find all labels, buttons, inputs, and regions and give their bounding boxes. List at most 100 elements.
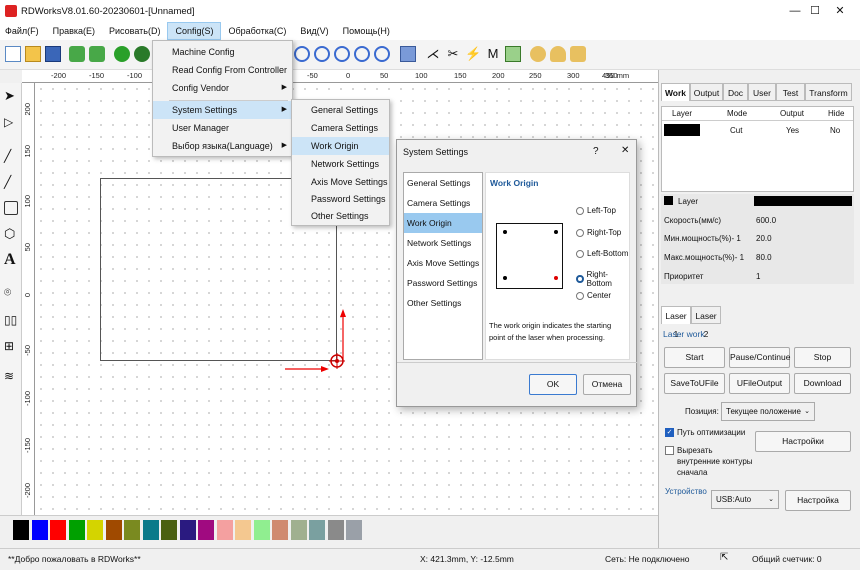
cut-inner-checkbox[interactable] [665, 446, 674, 455]
align-icon[interactable]: ▯▯ [4, 313, 18, 327]
start-button[interactable]: Start [664, 347, 725, 368]
line-icon[interactable]: ╱ [4, 149, 18, 163]
nav-axis-move[interactable]: Axis Move Settings [404, 253, 482, 273]
import-icon[interactable] [69, 46, 85, 62]
preview-icon[interactable] [550, 46, 566, 62]
submenu-work-origin[interactable]: Work Origin [292, 137, 389, 155]
smooth-curve-icon[interactable]: ⚡ [465, 46, 481, 62]
color-swatch[interactable] [179, 520, 196, 540]
nav-password[interactable]: Password Settings [404, 273, 482, 293]
color-swatch[interactable] [198, 520, 214, 540]
help-button[interactable]: ? [593, 146, 599, 157]
radio-right-top[interactable]: Right-Top [576, 228, 621, 237]
tab-output[interactable]: Output [690, 83, 723, 101]
tab-test[interactable]: Test [776, 83, 805, 101]
color-swatch[interactable] [309, 520, 325, 540]
save-icon[interactable] [45, 46, 61, 62]
dialog-close-button[interactable]: ✕ [621, 145, 629, 156]
submenu-axis-move[interactable]: Axis Move Settings [292, 173, 389, 191]
rectangle-icon[interactable] [4, 201, 18, 215]
polygon-icon[interactable]: ⬡ [4, 227, 18, 241]
nav-work-origin[interactable]: Work Origin [404, 213, 482, 233]
max-power-value[interactable]: 80.0 [756, 253, 772, 262]
node-edit-icon[interactable]: ⋌ [425, 46, 441, 62]
mirror-icon[interactable]: M [485, 46, 501, 62]
color-swatch[interactable] [290, 520, 307, 540]
nav-general[interactable]: General Settings [404, 173, 482, 193]
cut-path-icon[interactable]: ✂ [445, 46, 461, 62]
radio-left-bottom[interactable]: Left-Bottom [576, 249, 628, 258]
color-swatch[interactable] [161, 520, 177, 540]
color-swatch[interactable] [235, 520, 251, 540]
submenu-password[interactable]: Password Settings [292, 190, 389, 208]
menu-system-settings[interactable]: System Settings ▶ [153, 101, 292, 119]
color-swatch[interactable] [253, 520, 270, 540]
select-arrow-icon[interactable]: ➤ [4, 89, 18, 103]
light-icon[interactable] [570, 46, 586, 62]
menu-machine-config[interactable]: Machine Config [153, 43, 292, 61]
tab-user[interactable]: User [748, 83, 776, 101]
menu-view[interactable]: Вид(V) [293, 22, 335, 40]
color-swatch[interactable] [124, 520, 140, 540]
device-settings-button[interactable]: Настройка [785, 490, 851, 511]
tab-work[interactable]: Work [661, 83, 690, 101]
color-swatch[interactable] [31, 520, 48, 540]
menu-language[interactable]: Выбор языка(Language) ▶ [153, 137, 292, 155]
zoom-in-icon[interactable] [294, 46, 310, 62]
submenu-camera[interactable]: Camera Settings [292, 119, 389, 137]
tab-transform[interactable]: Transform [805, 83, 852, 101]
menu-help[interactable]: Помощь(H) [336, 22, 397, 40]
polyline-icon[interactable]: ╱ [4, 175, 18, 189]
menu-file[interactable]: Файл(F) [0, 22, 46, 40]
zoom-select-icon[interactable] [354, 46, 370, 62]
priority-value[interactable]: 1 [756, 272, 760, 281]
zoom-out-icon[interactable] [314, 46, 330, 62]
submenu-network[interactable]: Network Settings [292, 155, 389, 173]
table-row[interactable]: Cut Yes No [662, 124, 853, 138]
pause-continue-button[interactable]: Pause/Continue [729, 347, 791, 368]
new-file-icon[interactable] [5, 46, 21, 62]
min-power-value[interactable]: 20.0 [756, 234, 772, 243]
color-swatch[interactable] [105, 520, 122, 540]
nav-other[interactable]: Other Settings [404, 293, 482, 313]
radio-right-bottom[interactable]: Right-Bottom [576, 270, 629, 288]
zoom-fit-icon[interactable] [374, 46, 390, 62]
download-button[interactable]: Download [794, 373, 851, 394]
color-swatch[interactable] [13, 520, 29, 540]
save-to-ufile-button[interactable]: SaveToUFile [664, 373, 725, 394]
menu-read-config[interactable]: Read Config From Controller [153, 61, 292, 79]
add-icon[interactable] [114, 46, 130, 62]
device-dropdown[interactable]: USB:Auto ⌄ [711, 490, 779, 509]
submenu-general[interactable]: General Settings [292, 101, 389, 119]
array-icon[interactable] [505, 46, 521, 62]
nav-camera[interactable]: Camera Settings [404, 193, 482, 213]
ufile-output-button[interactable]: UFileOutput [729, 373, 790, 394]
frame-icon[interactable] [400, 46, 416, 62]
radio-left-top[interactable]: Left-Top [576, 206, 616, 215]
optimize-checkbox[interactable]: ✓ [665, 428, 674, 437]
ok-button[interactable]: OK [529, 374, 577, 395]
menu-config-vendor[interactable]: Config Vendor ▶ [153, 79, 292, 97]
submenu-other[interactable]: Other Settings [292, 207, 389, 225]
color-swatch[interactable] [216, 520, 233, 540]
nav-network[interactable]: Network Settings [404, 233, 482, 253]
cancel-button[interactable]: Отмена [583, 374, 631, 395]
menu-config[interactable]: Config(S) [167, 22, 222, 40]
export-icon[interactable] [89, 46, 105, 62]
open-folder-icon[interactable] [25, 46, 41, 62]
color-swatch[interactable] [142, 520, 159, 540]
color-swatch[interactable] [272, 520, 288, 540]
stop-button[interactable]: Stop [794, 347, 851, 368]
color-swatch[interactable] [87, 520, 103, 540]
color-swatch[interactable] [50, 520, 66, 540]
zoom-page-icon[interactable] [334, 46, 350, 62]
radio-center[interactable]: Center [576, 291, 611, 300]
menu-draw[interactable]: Рисовать(D) [102, 22, 167, 40]
node-select-icon[interactable]: ▷ [4, 115, 18, 129]
tab-doc[interactable]: Doc [723, 83, 748, 101]
settings-button[interactable]: Настройки [755, 431, 851, 452]
speed-value[interactable]: 600.0 [756, 216, 776, 225]
point-icon[interactable]: ⌾ [4, 285, 18, 299]
close-button[interactable]: ✕ [820, 0, 860, 22]
tab-laser2[interactable]: Laser 2 [691, 306, 721, 339]
